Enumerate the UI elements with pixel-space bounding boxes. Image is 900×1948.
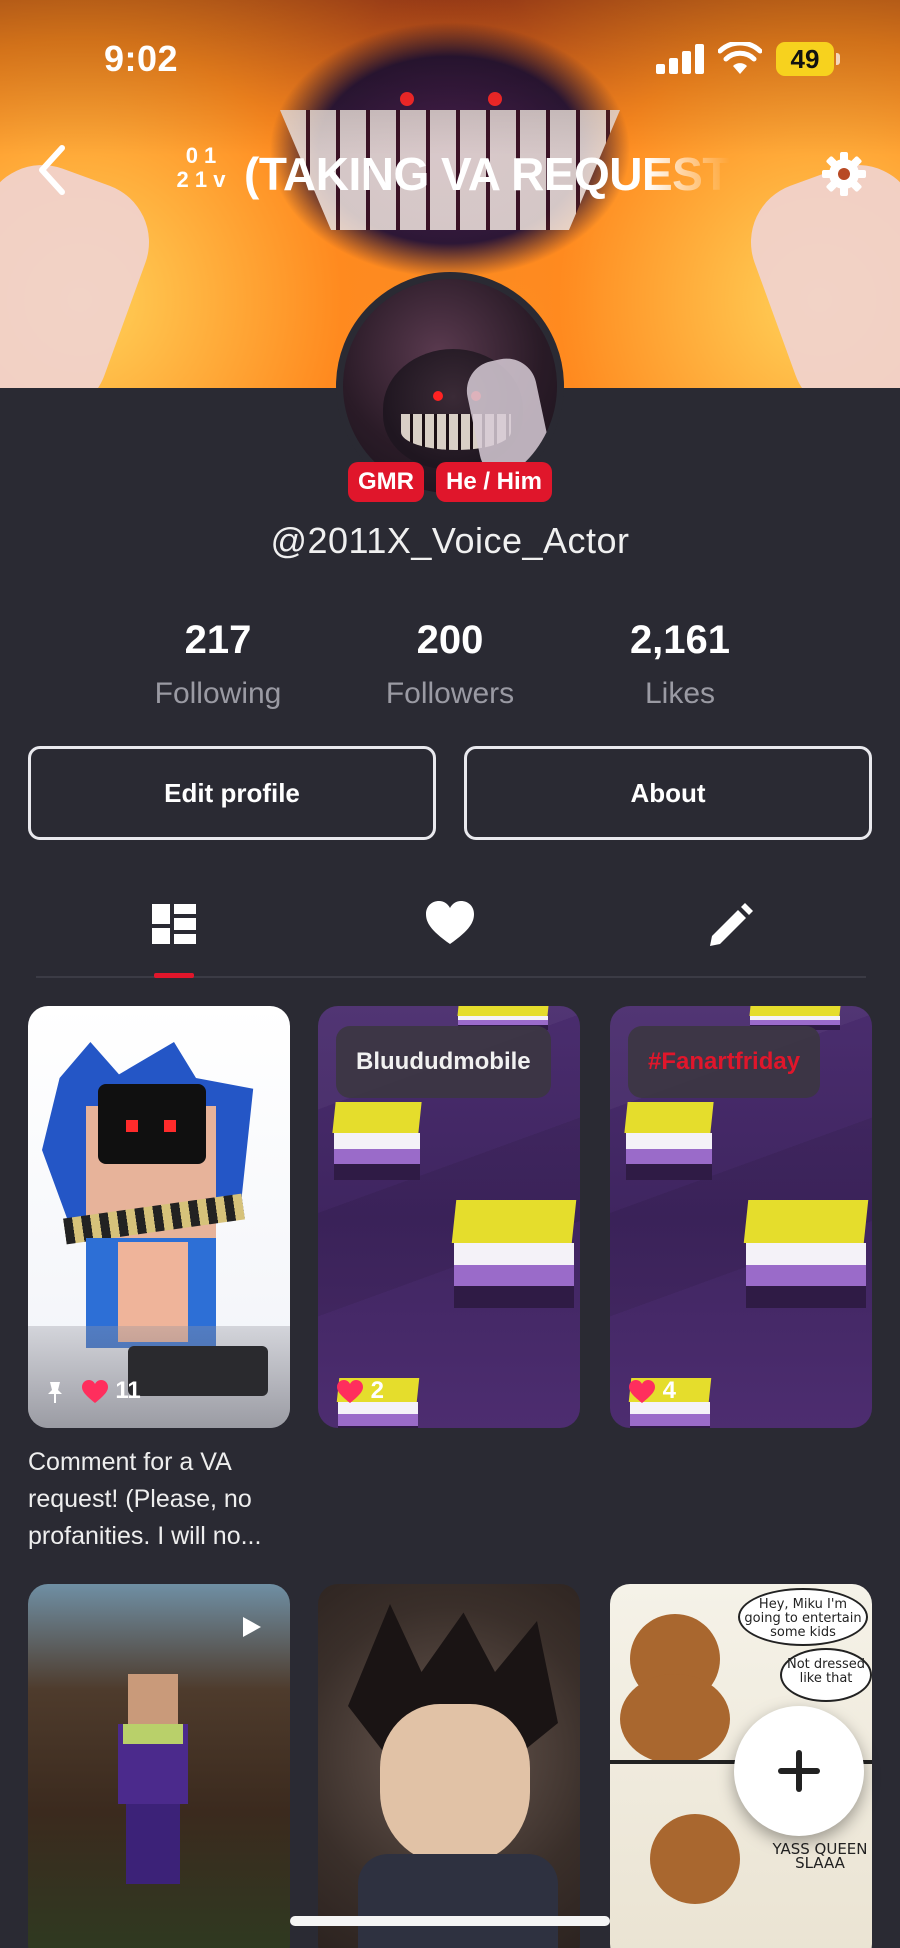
wifi-icon xyxy=(718,42,762,74)
status-bar: 9:02 49 xyxy=(0,30,900,90)
profile-stats: 217 Following 200 Followers 2,161 Likes xyxy=(0,618,900,728)
heart-icon xyxy=(629,1379,655,1403)
active-tab-indicator xyxy=(154,973,194,978)
pencil-icon[interactable] xyxy=(700,894,760,954)
stat-following[interactable]: 217 Following xyxy=(108,618,328,711)
comic-bubble: Not dressed like that xyxy=(780,1648,872,1702)
home-indicator[interactable] xyxy=(290,1916,610,1926)
post-likes: 4 xyxy=(628,1376,676,1406)
grid-icon[interactable] xyxy=(144,894,204,954)
edit-profile-button[interactable]: Edit profile xyxy=(28,746,436,840)
signal-icon xyxy=(656,44,704,74)
title-prefix: 0 1 2 1 v xyxy=(176,144,226,192)
about-button[interactable]: About xyxy=(464,746,872,840)
plus-icon xyxy=(778,1750,820,1792)
status-time: 9:02 xyxy=(104,38,179,79)
profile-badges: GMR He / Him xyxy=(0,462,900,502)
pin-icon xyxy=(48,1381,62,1403)
post-card[interactable]: 11 xyxy=(28,1006,290,1428)
badge-pronouns: He / Him xyxy=(435,462,553,502)
post-tag: Bluududmobile xyxy=(336,1026,551,1098)
post-card[interactable] xyxy=(28,1584,290,1948)
post-caption[interactable]: Comment for a VA request! (Please, no pr… xyxy=(28,1444,298,1555)
heart-icon xyxy=(81,1379,108,1403)
post-card[interactable]: #Fanartfriday 4 xyxy=(610,1006,872,1428)
heart-icon[interactable] xyxy=(420,894,480,954)
gear-icon[interactable] xyxy=(820,150,868,198)
page-title: 0 1 2 1 v (TAKING VA REQUEST xyxy=(170,144,730,204)
back-arrow-icon[interactable] xyxy=(32,140,72,200)
play-icon xyxy=(243,1617,261,1637)
title-text: (TAKING VA REQUEST xyxy=(244,148,730,200)
post-tag: #Fanartfriday xyxy=(628,1026,821,1098)
profile-tabs xyxy=(36,880,866,978)
post-likes: 2 xyxy=(336,1376,384,1406)
post-likes: 11 xyxy=(46,1376,141,1406)
post-card[interactable] xyxy=(318,1584,580,1948)
post-card[interactable]: Bluududmobile 2 xyxy=(318,1006,580,1428)
create-post-button[interactable] xyxy=(734,1706,864,1836)
heart-icon xyxy=(337,1379,363,1403)
comic-text: YASS QUEEN SLAAA xyxy=(772,1840,868,1872)
battery-indicator: 49 xyxy=(776,42,840,76)
username-handle: @2011X_Voice_Actor xyxy=(270,520,630,561)
stat-followers[interactable]: 200 Followers xyxy=(340,618,560,711)
badge-gmr: GMR xyxy=(347,462,424,502)
stat-likes: 2,161 Likes xyxy=(629,618,731,710)
comic-bubble: Hey, Miku I'm going to entertain some ki… xyxy=(738,1588,868,1646)
